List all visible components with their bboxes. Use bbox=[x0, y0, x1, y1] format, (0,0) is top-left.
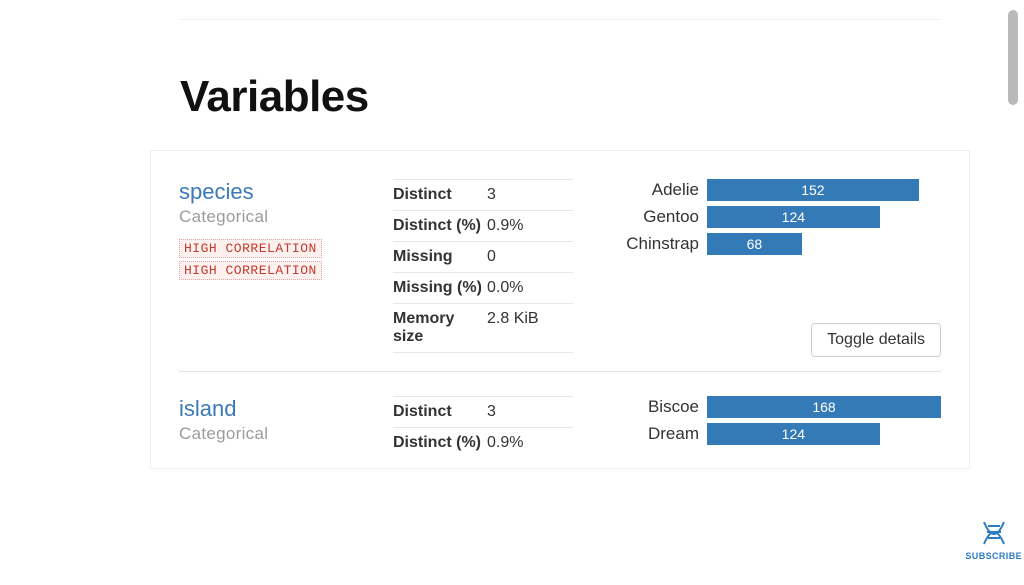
bar-row: Biscoe 168 bbox=[597, 396, 941, 418]
stat-value: 0.0% bbox=[487, 279, 573, 297]
stat-label: Distinct bbox=[393, 403, 487, 421]
bar-fill: 168 bbox=[707, 396, 941, 418]
stat-row: Distinct 3 bbox=[393, 396, 573, 428]
stat-row: Missing (%) 0.0% bbox=[393, 273, 573, 304]
bar-label: Gentoo bbox=[597, 207, 707, 227]
variables-card: species Categorical HIGH CORRELATION HIG… bbox=[150, 150, 970, 469]
subscribe-overlay[interactable]: SUBSCRIBE bbox=[965, 520, 1022, 561]
bar-row: Gentoo 124 bbox=[597, 206, 941, 228]
stat-label: Distinct bbox=[393, 186, 487, 204]
warning-badge: HIGH CORRELATION bbox=[179, 239, 322, 258]
stat-value: 2.8 KiB bbox=[487, 310, 573, 346]
variable-block-species: species Categorical HIGH CORRELATION HIG… bbox=[179, 179, 941, 372]
variable-type: Categorical bbox=[179, 207, 369, 227]
stat-row: Distinct 3 bbox=[393, 179, 573, 211]
previous-section-edge bbox=[180, 10, 940, 20]
dna-icon bbox=[978, 520, 1010, 546]
stat-row: Memory size 2.8 KiB bbox=[393, 304, 573, 353]
bar-fill: 124 bbox=[707, 206, 880, 228]
stat-value: 0.9% bbox=[487, 434, 573, 452]
bar-fill: 152 bbox=[707, 179, 919, 201]
stat-value: 3 bbox=[487, 403, 573, 421]
stat-label: Memory size bbox=[393, 310, 487, 346]
variable-name: island bbox=[179, 396, 369, 422]
stats-table: Distinct 3 Distinct (%) 0.9% bbox=[393, 396, 573, 458]
stat-row: Distinct (%) 0.9% bbox=[393, 211, 573, 242]
bar-label: Adelie bbox=[597, 180, 707, 200]
stat-value: 0.9% bbox=[487, 217, 573, 235]
variable-block-island: island Categorical Distinct 3 Distinct (… bbox=[179, 396, 941, 458]
bar-row: Dream 124 bbox=[597, 423, 941, 445]
vertical-scrollbar-thumb[interactable] bbox=[1008, 10, 1018, 105]
bar-fill: 68 bbox=[707, 233, 802, 255]
variable-type: Categorical bbox=[179, 424, 369, 444]
stats-table: Distinct 3 Distinct (%) 0.9% Missing 0 M… bbox=[393, 179, 573, 353]
bar-label: Chinstrap bbox=[597, 234, 707, 254]
stat-row: Distinct (%) 0.9% bbox=[393, 428, 573, 458]
bar-label: Biscoe bbox=[597, 397, 707, 417]
warning-badge: HIGH CORRELATION bbox=[179, 261, 322, 280]
stat-value: 0 bbox=[487, 248, 573, 266]
toggle-details-button[interactable]: Toggle details bbox=[811, 323, 941, 357]
bar-row: Chinstrap 68 bbox=[597, 233, 941, 255]
stat-label: Missing bbox=[393, 248, 487, 266]
stat-label: Missing (%) bbox=[393, 279, 487, 297]
stat-value: 3 bbox=[487, 186, 573, 204]
stat-label: Distinct (%) bbox=[393, 434, 487, 452]
report-container: Variables species Categorical HIGH CORRE… bbox=[150, 10, 970, 469]
frequency-bar-chart: Biscoe 168 Dream 124 bbox=[597, 396, 941, 458]
stat-row: Missing 0 bbox=[393, 242, 573, 273]
bar-fill: 124 bbox=[707, 423, 880, 445]
stat-label: Distinct (%) bbox=[393, 217, 487, 235]
bar-label: Dream bbox=[597, 424, 707, 444]
subscribe-label: SUBSCRIBE bbox=[965, 551, 1022, 561]
variable-name: species bbox=[179, 179, 369, 205]
section-title: Variables bbox=[180, 72, 970, 122]
bar-row: Adelie 152 bbox=[597, 179, 941, 201]
